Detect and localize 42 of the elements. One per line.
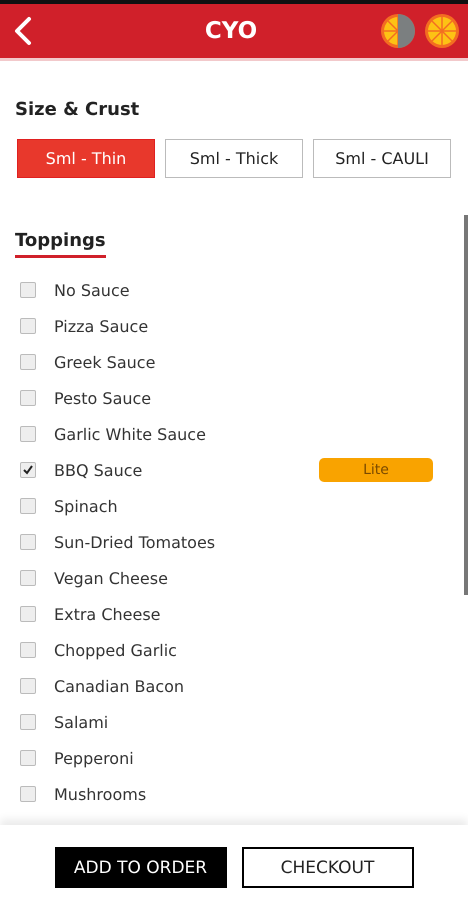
checkbox[interactable] — [20, 462, 36, 478]
topping-label: Mushrooms — [54, 784, 148, 804]
checkbox[interactable] — [20, 606, 36, 622]
topping-label: Garlic White Sauce — [54, 424, 207, 444]
crust-option[interactable]: Sml - Thick — [165, 139, 303, 178]
topping-label: Pesto Sauce — [54, 388, 152, 408]
amount-selector[interactable]: Lite — [319, 458, 433, 482]
add-to-order-button[interactable]: ADD TO ORDER — [54, 847, 226, 888]
topping-label: Vegan Cheese — [54, 568, 169, 588]
topping-label: Spinach — [54, 496, 119, 516]
section-title: Toppings — [15, 230, 106, 258]
checkbox[interactable] — [20, 534, 36, 550]
topping-label: Canadian Bacon — [54, 676, 186, 696]
topping-label: Sun-Dried Tomatoes — [54, 532, 216, 552]
topping-label: No Sauce — [54, 280, 131, 300]
checkbox[interactable] — [20, 678, 36, 694]
checkbox[interactable] — [20, 282, 36, 298]
topping-label: Extra Cheese — [54, 604, 162, 624]
checkout-button[interactable]: CHECKOUT — [242, 847, 414, 888]
screen-title: CYO — [204, 18, 258, 44]
topping-label: BBQ Sauce — [54, 460, 144, 480]
topping-label: Salami — [54, 712, 110, 732]
crust-option[interactable]: Sml - CAULI — [313, 139, 451, 178]
section-title: Size & Crust — [15, 99, 140, 120]
topping-label: Pepperoni — [54, 748, 135, 768]
checkbox[interactable] — [20, 426, 36, 442]
checkbox[interactable] — [20, 750, 36, 766]
checkbox[interactable] — [20, 390, 36, 406]
checkbox[interactable] — [20, 318, 36, 334]
checkbox[interactable] — [20, 570, 36, 586]
half-pizza-icon[interactable] — [380, 13, 416, 49]
checkbox[interactable] — [20, 714, 36, 730]
back-icon[interactable] — [12, 16, 34, 46]
whole-pizza-icon[interactable] — [424, 13, 460, 49]
checkbox[interactable] — [20, 642, 36, 658]
topping-label: Pizza Sauce — [54, 316, 150, 336]
topping-label: Greek Sauce — [54, 352, 156, 372]
checkbox[interactable] — [20, 498, 36, 514]
topping-label: Chopped Garlic — [54, 640, 178, 660]
crust-option[interactable]: Sml - Thin — [17, 139, 155, 178]
checkbox[interactable] — [20, 786, 36, 802]
checkbox[interactable] — [20, 354, 36, 370]
